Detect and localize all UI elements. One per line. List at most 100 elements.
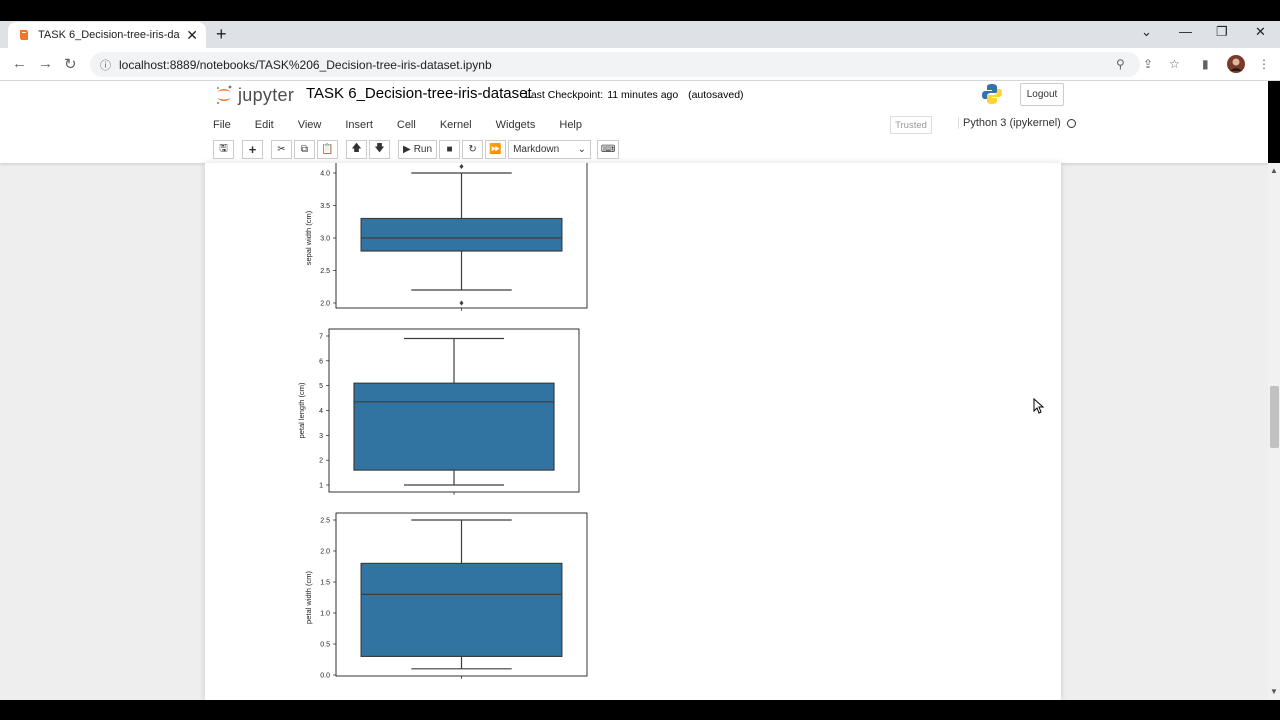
y-tick-label: 1.5 xyxy=(320,580,330,587)
interrupt-button[interactable]: ■ xyxy=(439,140,461,159)
cut-button[interactable]: ✂ xyxy=(271,140,292,159)
y-tick-label: 2.5 xyxy=(320,518,330,525)
y-tick-label: 2.0 xyxy=(320,549,330,556)
menu-widgets[interactable]: Widgets xyxy=(496,115,536,135)
keyboard-icon: ⌨ xyxy=(600,144,616,155)
y-tick-label: 1 xyxy=(319,483,323,490)
checkpoint-time: 11 minutes ago xyxy=(607,89,679,101)
site-info-icon[interactable]: ⓘ xyxy=(100,57,111,73)
page-viewport: jupyter TASK 6_Decision-tree-iris-datase… xyxy=(0,81,1268,700)
y-axis-label: petal width (cm) xyxy=(304,571,313,624)
trusted-indicator[interactable]: Trusted xyxy=(890,116,932,134)
cell-type-select[interactable]: Markdown ⌄ xyxy=(508,140,592,159)
logout-button[interactable]: Logout xyxy=(1020,83,1064,106)
profile-avatar[interactable] xyxy=(1227,55,1245,73)
arrow-down-icon: 🡇 xyxy=(374,143,385,154)
copy-icon: ⧉ xyxy=(300,144,309,155)
back-icon[interactable]: ← xyxy=(12,55,27,72)
boxplot-output: 2.0 2.5 3.0 3.5 4.0 sepal width (cm) 1 2 3 4 5 6 7 pe… xyxy=(297,163,588,680)
fast-forward-icon: ⏩ xyxy=(489,144,502,155)
y-tick-label: 7 xyxy=(319,334,323,341)
autosave-status: (autosaved) xyxy=(688,89,744,101)
notebook-favicon-icon xyxy=(20,30,28,40)
new-tab-icon[interactable]: + xyxy=(216,25,227,43)
kernel-name: Python 3 (ipykernel) xyxy=(963,117,1061,129)
mouse-cursor-icon xyxy=(1033,398,1045,414)
y-tick-label: 0.0 xyxy=(320,673,330,680)
notebook-name[interactable]: TASK 6_Decision-tree-iris-dataset xyxy=(306,85,532,102)
copy-button[interactable]: ⧉ xyxy=(294,140,315,159)
y-tick-label: 4 xyxy=(319,408,323,415)
browser-tab-strip: TASK 6_Decision-tree-iris-dataset ✕ + ⌄ … xyxy=(0,21,1280,48)
y-tick-label: 4.0 xyxy=(320,171,330,178)
restore-icon[interactable]: ❐ xyxy=(1216,24,1228,40)
python-logo-icon xyxy=(982,84,1002,104)
kernel-indicator[interactable]: Python 3 (ipykernel) xyxy=(958,117,1076,129)
box-iqr xyxy=(360,217,563,252)
scissors-icon: ✂ xyxy=(277,144,286,155)
forward-icon[interactable]: → xyxy=(38,55,53,72)
close-window-icon[interactable]: ✕ xyxy=(1255,24,1266,40)
y-tick-label: 3.0 xyxy=(320,236,330,243)
browser-toolbar: ← → ↻ ⓘ localhost:8889/notebooks/TASK%20… xyxy=(0,48,1280,81)
y-tick-label: 2.5 xyxy=(320,268,330,275)
menu-help[interactable]: Help xyxy=(559,115,582,135)
minimize-icon[interactable]: — xyxy=(1179,24,1192,39)
scroll-up-icon[interactable]: ▲ xyxy=(1270,166,1278,175)
y-tick-label: 2 xyxy=(319,458,323,465)
box-iqr xyxy=(360,562,563,657)
tab-search-icon[interactable]: ⌄ xyxy=(1141,24,1152,40)
y-tick-label: 3.5 xyxy=(320,203,330,210)
restart-button[interactable]: ↻ xyxy=(462,140,484,159)
menu-view[interactable]: View xyxy=(298,115,322,135)
arrow-up-icon: 🡅 xyxy=(351,143,362,154)
y-tick-label: 6 xyxy=(319,358,323,365)
jupyter-logo[interactable]: jupyter xyxy=(215,84,294,106)
save-button[interactable]: 🖫 xyxy=(213,140,234,159)
menu-file[interactable]: File xyxy=(213,115,231,135)
notebook-container: 2.0 2.5 3.0 3.5 4.0 sepal width (cm) 1 2 3 4 5 6 7 pe… xyxy=(205,163,1061,700)
move-up-button[interactable]: 🡅 xyxy=(346,140,367,159)
paste-icon: 📋 xyxy=(321,144,334,155)
box-iqr xyxy=(353,382,555,471)
notebook-toolbar: 🖫 + ✂ ⧉ 📋 🡅 🡇 ▶ Run ■ ↻ ⏩ Markdown ⌄ ⌨ xyxy=(213,139,621,160)
cell-type-value: Markdown xyxy=(513,144,560,155)
restart-icon: ↻ xyxy=(468,144,477,155)
menu-kernel[interactable]: Kernel xyxy=(440,115,472,135)
run-button[interactable]: ▶ Run xyxy=(398,140,438,159)
tab-title: TASK 6_Decision-tree-iris-dataset xyxy=(38,29,180,41)
run-label: Run xyxy=(413,144,433,155)
command-palette-button[interactable]: ⌨ xyxy=(597,140,620,159)
menu-edit[interactable]: Edit xyxy=(255,115,274,135)
menu-insert[interactable]: Insert xyxy=(345,115,373,135)
kernel-idle-icon xyxy=(1066,118,1076,128)
play-icon: ▶ xyxy=(403,144,411,155)
y-tick-label: 0.5 xyxy=(320,642,330,649)
menu-cell[interactable]: Cell xyxy=(397,115,416,135)
y-tick-label: 1.0 xyxy=(320,611,330,618)
jupyter-header: jupyter TASK 6_Decision-tree-iris-datase… xyxy=(0,81,1268,163)
plus-icon: + xyxy=(248,142,257,157)
y-tick-label: 3 xyxy=(319,433,323,440)
bookmark-star-icon[interactable]: ☆ xyxy=(1169,57,1180,71)
browser-menu-icon[interactable]: ⋮ xyxy=(1258,57,1270,71)
zoom-icon[interactable]: ⚲ xyxy=(1116,57,1125,71)
address-bar[interactable]: ⓘ localhost:8889/notebooks/TASK%206_Deci… xyxy=(90,52,1140,77)
reload-icon[interactable]: ↻ xyxy=(64,55,77,73)
scrollbar-thumb[interactable] xyxy=(1270,386,1279,448)
y-tick-label: 5 xyxy=(319,383,323,390)
side-panel-icon[interactable]: ▮ xyxy=(1202,57,1209,71)
jupyter-logo-icon xyxy=(216,85,232,105)
tab-close-icon[interactable]: ✕ xyxy=(186,28,198,42)
share-icon[interactable]: ⇪ xyxy=(1143,57,1153,71)
menu-bar: File Edit View Insert Cell Kernel Widget… xyxy=(213,115,606,135)
stop-icon: ■ xyxy=(446,144,453,155)
insert-cell-button[interactable]: + xyxy=(242,140,263,159)
y-axis-label: petal length (cm) xyxy=(297,382,306,438)
restart-run-all-button[interactable]: ⏩ xyxy=(485,140,507,159)
scroll-down-icon[interactable]: ▼ xyxy=(1270,687,1278,696)
browser-tab[interactable]: TASK 6_Decision-tree-iris-dataset ✕ xyxy=(8,22,206,48)
page-scrollbar[interactable]: ▲ ▼ xyxy=(1268,163,1280,700)
move-down-button[interactable]: 🡇 xyxy=(369,140,390,159)
paste-button[interactable]: 📋 xyxy=(317,140,338,159)
